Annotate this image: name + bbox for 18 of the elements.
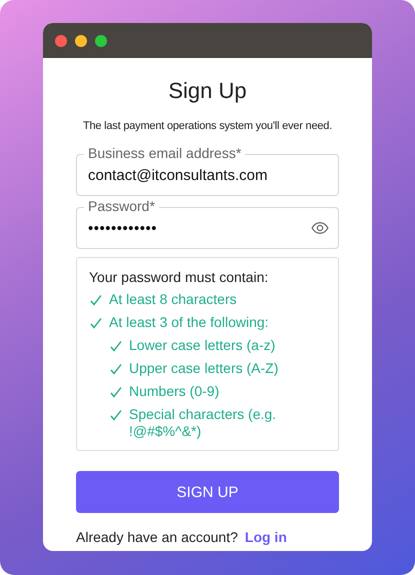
eye-icon[interactable]	[311, 219, 329, 237]
requirement-text: At least 8 characters	[109, 291, 237, 308]
maximize-button[interactable]	[95, 34, 107, 46]
page-title: Sign Up	[167, 78, 248, 104]
minimize-button[interactable]	[75, 34, 87, 46]
sign-up-button[interactable]: SIGN UP	[76, 471, 339, 513]
requirement-text: Special characters (e.g. !@#$%^&*)	[129, 406, 278, 440]
requirement-text: Lower case letters (a-z)	[129, 337, 276, 354]
requirement-text: Upper case letters (A-Z)	[129, 360, 278, 377]
subtitle: The last payment operations system you'll ever need.	[82, 120, 334, 132]
field-label: Password*	[84, 198, 159, 214]
requirement-text: Numbers (0-9)	[129, 383, 220, 400]
requirement-text: At least 3 of the following:	[109, 314, 269, 331]
requirements-heading: Your password must contain:	[89, 269, 270, 285]
footer-text: Already have an account?	[76, 529, 238, 545]
field-label: Business email address*	[84, 145, 246, 161]
login-link[interactable]: Log in	[244, 529, 287, 545]
close-button[interactable]	[55, 34, 67, 46]
